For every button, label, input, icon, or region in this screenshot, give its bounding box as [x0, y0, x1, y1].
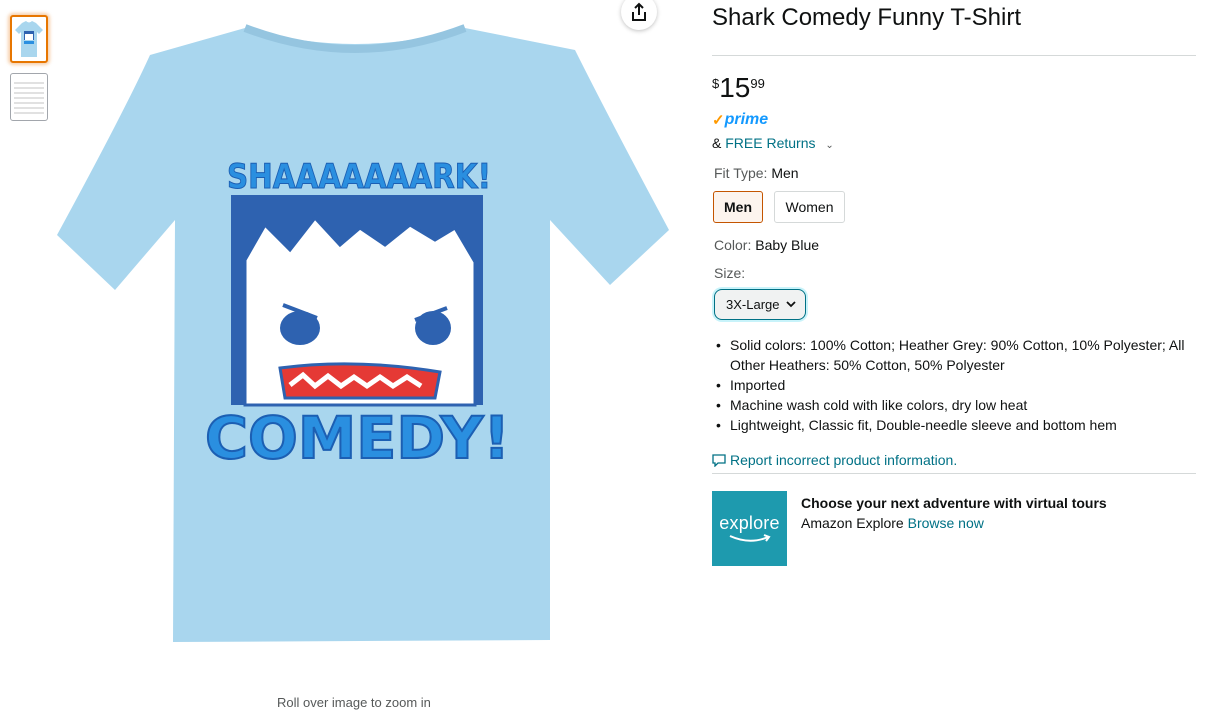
returns-ampersand: & [712, 135, 722, 151]
promo-text: Choose your next adventure with virtual … [801, 493, 1107, 533]
shirt-top-text: SHAAAAAAARK! [227, 157, 491, 197]
share-icon [632, 2, 646, 21]
list-item: Machine wash cold with like colors, dry … [716, 395, 1196, 415]
color-label: Color: [714, 237, 752, 253]
chevron-down-icon[interactable]: ⌄ [825, 140, 833, 151]
promo-brand: Amazon Explore [801, 515, 904, 531]
main-product-image[interactable]: SHAAAAAAARK! COMEDY! [55, 0, 670, 650]
comment-icon [712, 453, 726, 467]
list-item: Imported [716, 375, 1196, 395]
fit-type-value: Men [771, 165, 799, 181]
promo-line: Amazon Explore Browse now [801, 513, 1107, 533]
price-whole: 15 [719, 72, 751, 103]
explore-logo-text: explore [719, 513, 780, 533]
price-currency: $ [712, 76, 720, 91]
thumbnail-strip [10, 15, 50, 131]
fit-type-label: Fit Type: [714, 165, 768, 181]
browse-now-link[interactable]: Browse now [908, 515, 984, 531]
size-dropdown[interactable]: 3X-Large [714, 289, 806, 320]
shirt-bottom-text: COMEDY! [205, 404, 510, 472]
thumbnail-shirt[interactable] [10, 15, 48, 63]
amazon-explore-logo[interactable]: explore [712, 491, 787, 566]
price: $1599 [712, 72, 765, 104]
list-item: Lightweight, Classic fit, Double-needle … [716, 415, 1196, 435]
color-value: Baby Blue [755, 237, 820, 253]
color-row: Color: Baby Blue [714, 237, 819, 253]
chevron-down-icon [786, 301, 796, 308]
fit-type-row: Fit Type: Men [714, 165, 799, 181]
feature-bullets: Solid colors: 100% Cotton; Heather Grey:… [716, 335, 1196, 435]
list-item: Solid colors: 100% Cotton; Heather Grey:… [716, 335, 1196, 375]
fit-option-men[interactable]: Men [713, 191, 763, 223]
price-fraction: 99 [750, 76, 765, 91]
promo-headline: Choose your next adventure with virtual … [801, 495, 1107, 511]
size-selected: 3X-Large [726, 297, 780, 312]
zoom-hint: Roll over image to zoom in [277, 695, 431, 710]
report-link-text: Report incorrect product information. [730, 452, 958, 468]
size-label: Size: [714, 265, 746, 281]
report-link[interactable]: Report incorrect product information. [712, 452, 957, 468]
divider [712, 473, 1196, 474]
product-title: Shark Comedy Funny T-Shirt [712, 4, 1022, 31]
prime-badge: ✓ prime [712, 111, 769, 129]
fit-option-women[interactable]: Women [774, 191, 845, 223]
divider [712, 55, 1196, 56]
prime-label: prime [724, 111, 769, 128]
prime-check-icon: ✓ [712, 112, 725, 129]
free-returns: & FREE Returns ⌄ [712, 135, 834, 151]
free-returns-link[interactable]: FREE Returns [725, 135, 815, 151]
thumbnail-size-chart[interactable] [10, 73, 48, 121]
smile-arrow-icon [729, 534, 771, 542]
